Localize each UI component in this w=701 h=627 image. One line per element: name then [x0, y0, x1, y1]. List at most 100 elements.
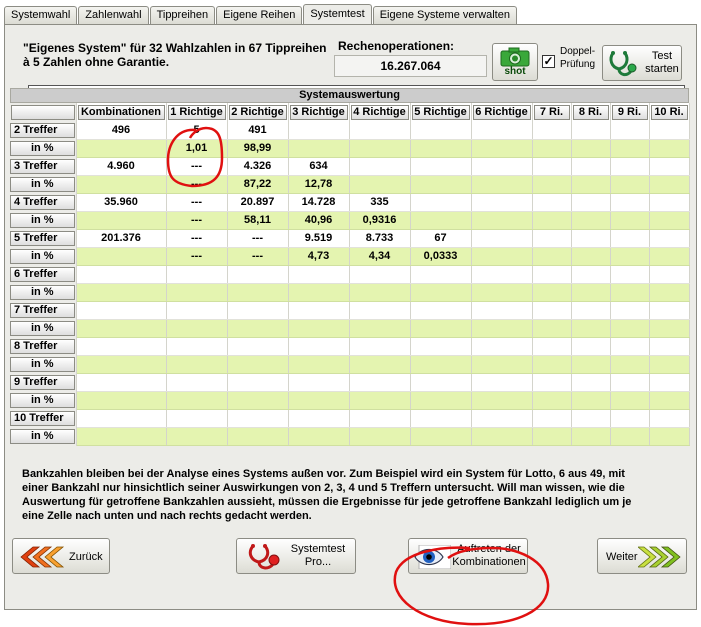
- table-cell: [649, 373, 690, 392]
- start-test-button[interactable]: Test starten: [602, 45, 682, 81]
- row-header: in %: [10, 319, 77, 337]
- table-cell: [76, 283, 167, 302]
- table-row: in %: [10, 391, 690, 410]
- row-header-button[interactable]: 9 Treffer: [10, 374, 75, 390]
- column-header: 7 Ri.: [532, 103, 572, 121]
- table-row: 8 Treffer: [10, 337, 690, 356]
- stethoscope-icon: [248, 544, 280, 570]
- table-cell: 4,34: [349, 247, 411, 266]
- row-header-button[interactable]: 5 Treffer: [10, 230, 75, 246]
- column-header-button[interactable]: Kombinationen: [77, 104, 165, 120]
- table-cell: [471, 391, 533, 410]
- table-cell: [571, 229, 611, 248]
- table-cell: [532, 283, 572, 302]
- tab-eigene-systeme-verwalten[interactable]: Eigene Systeme verwalten: [372, 6, 517, 24]
- table-cell: 12,78: [288, 175, 350, 194]
- table-cell: [649, 283, 690, 302]
- row-header-button[interactable]: 6 Treffer: [10, 266, 75, 282]
- table-cell: [571, 283, 611, 302]
- table-cell: [571, 391, 611, 410]
- table-cell: [532, 175, 572, 194]
- row-header-button[interactable]: 2 Treffer: [10, 122, 75, 138]
- column-header-button[interactable]: 10 Ri.: [650, 104, 688, 120]
- tab-zahlenwahl[interactable]: Zahlenwahl: [78, 6, 149, 24]
- table-cell: [166, 337, 228, 356]
- table-cell: 0,0333: [410, 247, 472, 266]
- calc-operations-value: 16.267.064: [334, 55, 487, 77]
- table-cell: [227, 391, 289, 410]
- column-header-button[interactable]: 9 Ri.: [611, 104, 648, 120]
- forward-arrows-icon: [638, 546, 681, 568]
- table-cell: [349, 301, 411, 320]
- column-header-button[interactable]: 3 Richtige: [289, 104, 348, 120]
- table-cell: [288, 301, 350, 320]
- doppel-pruefung-checkbox[interactable]: ✓: [542, 55, 555, 68]
- next-button[interactable]: Weiter: [597, 538, 687, 574]
- tab-bar: Systemwahl Zahlenwahl Tippreihen Eigene Rei…: [4, 4, 518, 24]
- row-header-button[interactable]: in %: [10, 212, 75, 228]
- combinations-occurrence-button[interactable]: Auftreten der Kombinationen: [408, 538, 528, 574]
- table-cell: [166, 373, 228, 392]
- tab-tippreihen[interactable]: Tippreihen: [149, 6, 216, 24]
- column-header: Kombinationen: [76, 103, 167, 121]
- table-cell: [571, 319, 611, 338]
- screenshot-button[interactable]: shot: [492, 43, 538, 81]
- table-cell: 201.376: [76, 229, 167, 248]
- column-header: 9 Ri.: [610, 103, 650, 121]
- table-cell: [410, 211, 472, 230]
- test-protocol-label-line1: Systemtest: [290, 543, 346, 555]
- table-cell: [649, 121, 690, 140]
- table-cell: [471, 355, 533, 374]
- table-cell: [610, 175, 650, 194]
- table-cell: [532, 139, 572, 158]
- row-header-button[interactable]: 3 Treffer: [10, 158, 75, 174]
- table-cell: 496: [76, 121, 167, 140]
- table-cell: [571, 157, 611, 176]
- column-header-button[interactable]: 7 Ri.: [533, 104, 570, 120]
- row-header-button[interactable]: in %: [10, 176, 75, 192]
- table-cell: ---: [166, 211, 228, 230]
- column-header-button[interactable]: 4 Richtige: [350, 104, 409, 120]
- row-header-button[interactable]: in %: [10, 248, 75, 264]
- table-row: 5 Treffer 201.376 --- --- 9.519 8.733 67: [10, 229, 690, 248]
- column-header-button[interactable]: 8 Ri.: [572, 104, 609, 120]
- test-protocol-button[interactable]: Systemtest Pro...: [236, 538, 356, 574]
- row-header-button[interactable]: in %: [10, 392, 75, 408]
- table-cell: 4.960: [76, 157, 167, 176]
- combinations-occurrence-label-line2: Kombinationen: [452, 556, 526, 568]
- table-cell: [571, 175, 611, 194]
- column-header-button[interactable]: 2 Richtige: [228, 104, 287, 120]
- row-header-button[interactable]: in %: [10, 284, 75, 300]
- row-header-button[interactable]: in %: [10, 140, 75, 156]
- row-header-button[interactable]: 7 Treffer: [10, 302, 75, 318]
- tab-systemwahl[interactable]: Systemwahl: [4, 6, 78, 24]
- row-header: 5 Treffer: [10, 229, 77, 247]
- back-button[interactable]: Zurück: [12, 538, 110, 574]
- table-cell: ---: [166, 247, 228, 266]
- column-header-button[interactable]: 5 Richtige: [411, 104, 470, 120]
- tab-eigene-reihen[interactable]: Eigene Reihen: [216, 6, 303, 24]
- system-description-line2: à 5 Zahlen ohne Garantie.: [23, 55, 170, 69]
- tab-systemtest[interactable]: Systemtest: [303, 4, 372, 24]
- row-header: 6 Treffer: [10, 265, 77, 283]
- table-cell: [76, 355, 167, 374]
- column-header: 1 Richtige: [166, 103, 228, 121]
- row-header: 8 Treffer: [10, 337, 77, 355]
- table-cell: [571, 247, 611, 266]
- table-cell: [471, 211, 533, 230]
- table-cell: [471, 409, 533, 428]
- row-header-button[interactable]: 8 Treffer: [10, 338, 75, 354]
- table-cell: [471, 139, 533, 158]
- column-header-button[interactable]: 6 Richtige: [472, 104, 531, 120]
- combinations-occurrence-label-line1: Auftreten der: [457, 543, 521, 555]
- row-header-button[interactable]: in %: [10, 320, 75, 336]
- row-header-button[interactable]: in %: [10, 428, 75, 444]
- row-header-button[interactable]: 4 Treffer: [10, 194, 75, 210]
- column-header-button[interactable]: 1 Richtige: [167, 104, 226, 120]
- table-cell: 491: [227, 121, 289, 140]
- table-cell: 9.519: [288, 229, 350, 248]
- row-header-button[interactable]: in %: [10, 356, 75, 372]
- table-cell: [227, 373, 289, 392]
- table-cell: [410, 301, 472, 320]
- row-header-button[interactable]: 10 Treffer: [10, 410, 75, 426]
